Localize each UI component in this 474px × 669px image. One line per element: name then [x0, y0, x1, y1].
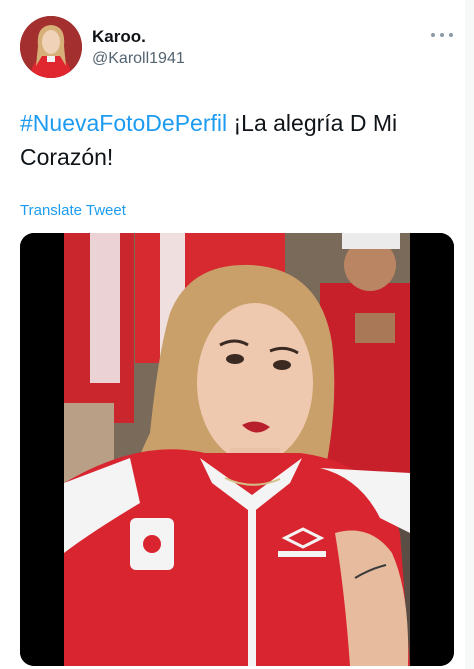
hashtag-link[interactable]: #NuevaFotoDePerfil — [20, 110, 227, 136]
user-handle[interactable]: @Karoll1941 — [92, 50, 185, 68]
more-dots-icon[interactable] — [429, 28, 455, 42]
tweet-photo[interactable] — [20, 233, 454, 666]
scrollbar-track — [465, 0, 474, 669]
display-name[interactable]: Karoo. — [92, 27, 146, 47]
avatar-photo — [20, 16, 82, 78]
tweet-card: Karoo. @Karoll1941 #NuevaFotoDePerfil ¡L… — [0, 0, 474, 669]
translate-tweet-link[interactable]: Translate Tweet — [20, 202, 126, 219]
tweet-text: #NuevaFotoDePerfil ¡La alegría D Mi Cora… — [20, 106, 460, 174]
user-avatar[interactable] — [20, 16, 82, 78]
selfie-photo — [20, 233, 454, 666]
